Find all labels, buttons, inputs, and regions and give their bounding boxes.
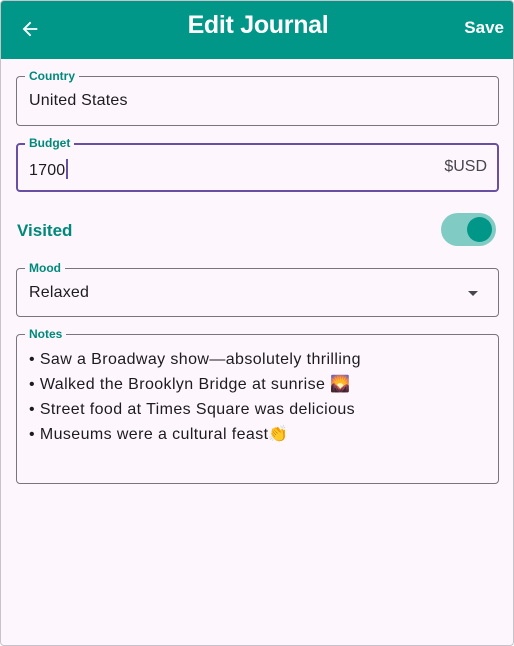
budget-field[interactable]: Budget 1700 $USD <box>16 136 499 192</box>
notes-line: Saw a Broadway show—absolutely thrilling <box>29 347 361 372</box>
country-value: United States <box>29 92 128 109</box>
notes-field[interactable]: Notes Saw a Broadway show—absolutely thr… <box>16 327 499 484</box>
page-title: Edit Journal <box>187 11 329 39</box>
budget-value: 1700 <box>29 159 69 180</box>
visited-toggle[interactable] <box>441 213 496 246</box>
visited-label: Visited <box>17 221 73 240</box>
app-bar: Edit Journal Save <box>1 1 513 59</box>
toggle-thumb <box>467 217 492 242</box>
country-field[interactable]: Country United States <box>16 69 499 126</box>
notes-line: Museums were a cultural feast👏 <box>29 422 361 447</box>
budget-currency-suffix: $USD <box>444 158 487 175</box>
mood-label: Mood <box>25 261 65 275</box>
save-button[interactable]: Save <box>464 18 504 38</box>
dropdown-arrow-icon <box>468 291 478 296</box>
notes-line: Street food at Times Square was deliciou… <box>29 397 361 422</box>
budget-label: Budget <box>25 136 75 150</box>
country-label: Country <box>25 69 79 83</box>
notes-text: Saw a Broadway show—absolutely thrilling… <box>29 347 361 447</box>
edit-journal-screen: Edit Journal Save Country United States … <box>0 0 514 646</box>
notes-label: Notes <box>25 327 67 341</box>
mood-value: Relaxed <box>29 284 90 301</box>
text-caret <box>66 159 69 179</box>
notes-line: Walked the Brooklyn Bridge at sunrise 🌄 <box>29 372 361 397</box>
mood-dropdown[interactable]: Mood Relaxed <box>16 261 499 317</box>
